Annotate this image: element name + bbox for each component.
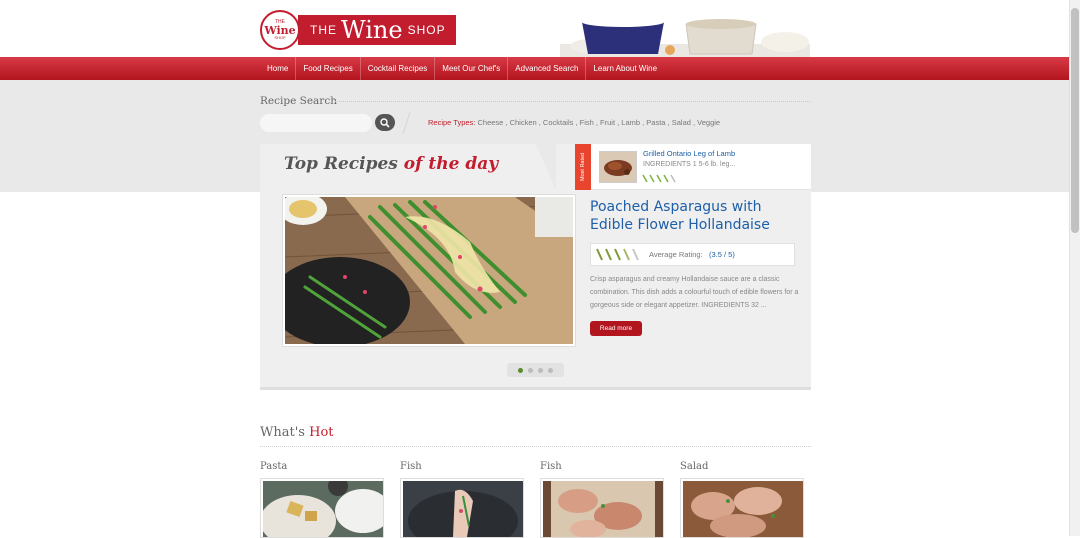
top-recipes-panel-border xyxy=(260,387,811,390)
carousel-dot-1[interactable] xyxy=(518,367,523,373)
recipe-types: Recipe Types: Cheese , Chicken , Cocktai… xyxy=(428,118,720,127)
hot-card-image[interactable] xyxy=(540,478,664,538)
nav-advanced-search[interactable]: Advanced Search xyxy=(508,57,587,80)
hot-card-category[interactable]: Fish xyxy=(540,461,664,472)
carousel-dot-3[interactable] xyxy=(538,367,543,373)
carousel-dot-4[interactable] xyxy=(548,367,553,373)
top-recipes-heading-part1: Top Recipes xyxy=(284,154,398,174)
carousel-dot-2[interactable] xyxy=(528,367,533,373)
hot-card[interactable]: Fish xyxy=(540,461,664,538)
rating-spoons-icon xyxy=(596,248,639,261)
most-rated-rating-icon xyxy=(642,174,676,183)
title-notch xyxy=(536,144,556,190)
most-rated-ribbon: Most Rated xyxy=(575,144,591,190)
hot-card[interactable]: Fish xyxy=(400,461,524,538)
main-nav: Home Food Recipes Cocktail Recipes Meet … xyxy=(0,57,1070,80)
top-recipes-heading: Top Recipes of the day xyxy=(284,154,498,174)
rating-value: (3.5 / 5) xyxy=(709,250,735,259)
logo-seal-bottom: SHOP xyxy=(274,35,286,40)
hot-card[interactable]: Pasta xyxy=(260,461,384,538)
most-rated-thumbnail[interactable] xyxy=(599,151,637,183)
logo-banner: THE Wine SHOP xyxy=(298,15,456,45)
scrollbar-thumb[interactable] xyxy=(1071,8,1079,233)
pasta-image xyxy=(261,479,383,537)
most-rated-title[interactable]: Grilled Ontario Leg of Lamb xyxy=(643,149,735,158)
top-recipes-heading-part2: of the day xyxy=(403,154,499,174)
recipe-search-input[interactable] xyxy=(260,114,372,132)
whats-hot-heading: What's Hot xyxy=(260,425,334,440)
hot-card-category[interactable]: Pasta xyxy=(260,461,384,472)
lamb-image xyxy=(600,152,636,182)
hot-card-category[interactable]: Salad xyxy=(680,461,804,472)
hot-card-image[interactable] xyxy=(400,478,524,538)
rating-label: Average Rating: xyxy=(649,250,703,259)
read-more-button[interactable]: Read more xyxy=(590,321,642,336)
carousel-pagination xyxy=(507,363,564,377)
search-button[interactable] xyxy=(375,114,395,131)
featured-recipe-title[interactable]: Poached Asparagus with Edible Flower Hol… xyxy=(590,198,800,234)
logo-shop: SHOP xyxy=(407,23,446,37)
featured-rating-box: Average Rating: (3.5 / 5) xyxy=(590,243,795,266)
fish-image-2 xyxy=(543,481,663,537)
whats-hot-heading-part1: What's xyxy=(260,425,305,440)
logo-the: THE xyxy=(310,23,337,37)
hot-card-image[interactable] xyxy=(680,478,804,538)
recipe-search-title: Recipe Search xyxy=(260,95,337,107)
nav-cocktail-recipes[interactable]: Cocktail Recipes xyxy=(361,57,436,80)
search-divider xyxy=(335,101,810,102)
page-scrollbar[interactable] xyxy=(1069,0,1080,536)
nav-learn-about-wine[interactable]: Learn About Wine xyxy=(586,57,664,80)
logo-wine: Wine xyxy=(341,16,403,44)
hot-card[interactable]: Salad xyxy=(680,461,804,538)
recipe-types-list[interactable]: Cheese , Chicken , Cocktails , Fish , Fr… xyxy=(477,118,720,127)
salad-image xyxy=(683,481,803,537)
search-icon xyxy=(380,117,390,128)
hot-card-category[interactable]: Fish xyxy=(400,461,524,472)
nav-home[interactable]: Home xyxy=(260,57,297,80)
whats-hot-divider xyxy=(260,446,811,447)
site-logo[interactable]: THE Wine SHOP THE Wine SHOP xyxy=(260,10,456,50)
header-bowls-image xyxy=(560,17,810,58)
logo-seal: THE Wine SHOP xyxy=(260,10,300,50)
featured-recipe-description: Crisp asparagus and creamy Hollandaise s… xyxy=(590,276,799,309)
featured-recipe-photo[interactable] xyxy=(282,194,576,347)
recipe-types-label: Recipe Types: xyxy=(428,118,476,127)
fish-image-1 xyxy=(403,481,523,537)
most-rated-excerpt: INGREDIENTS 1 5-6 lb. leg... xyxy=(643,161,736,168)
hot-card-image[interactable] xyxy=(260,478,384,538)
whats-hot-heading-part2: Hot xyxy=(309,425,334,440)
nav-meet-our-chefs[interactable]: Meet Our Chef's xyxy=(435,57,509,80)
nav-food-recipes[interactable]: Food Recipes xyxy=(296,57,361,80)
asparagus-image xyxy=(285,197,573,344)
